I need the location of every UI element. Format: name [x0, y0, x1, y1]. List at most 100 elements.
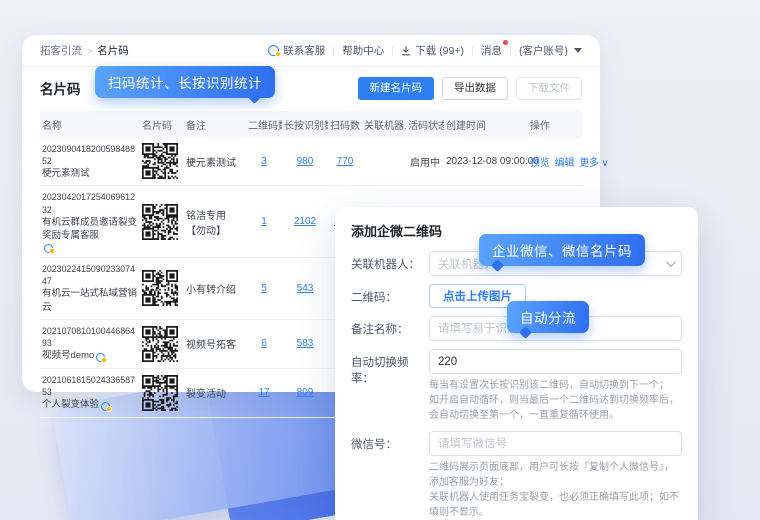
- col-header-qrimage: 名片码: [140, 111, 184, 138]
- help-center-link[interactable]: 帮助中心: [342, 43, 384, 58]
- frequency-help-line-2: 如开启自动循环，则当最后一个二维码达到切换频率后，会自动切换至第一个，一直重复循…: [429, 393, 682, 423]
- status-text: 启用中: [406, 138, 444, 186]
- col-header-qrcount: 二维码数: [246, 111, 282, 138]
- card-note: 小有转介绍: [184, 257, 246, 319]
- contact-service-label: 联系客服: [283, 43, 325, 58]
- card-note: 裂变活动: [184, 368, 246, 417]
- account-menu[interactable]: {客户账号}: [519, 43, 582, 58]
- card-note: 铭洁专用【勿动】: [184, 186, 246, 257]
- wechat-help-line-1: 二维码展示页面底部，用户可长按『复制个人微信号』，添加客服为好友；: [429, 460, 682, 490]
- card-name: 有机云群成员邀请裂变奖励专属客服: [42, 216, 138, 243]
- modal-form: 关联机器人： 关联机器人 二维码： 点击上传图片 备注名称：: [351, 251, 682, 520]
- breadcrumb-parent[interactable]: 拓客引流: [40, 43, 82, 58]
- qr-count-link[interactable]: 6: [261, 338, 267, 349]
- card-name: 个人裂变体验: [42, 398, 99, 411]
- tooltip-auto-split: 自动分流: [507, 301, 589, 333]
- table-header-row: 名称 名片码 备注 二维码数 长按识别数 扫码数 关联机器人 活码状态 创建时间…: [40, 111, 582, 138]
- breadcrumb: 拓客引流 > 名片码: [40, 43, 129, 58]
- longpress-count-link[interactable]: 2102: [294, 216, 316, 227]
- download-icon: [401, 46, 411, 56]
- col-header-note: 备注: [184, 111, 246, 138]
- col-header-created: 创建时间: [444, 111, 528, 138]
- qr-code-image: [142, 375, 182, 411]
- messages-link[interactable]: 消息: [481, 43, 502, 58]
- card-name: 视频号demo: [42, 349, 94, 362]
- card-note: 视频号拓客: [184, 319, 246, 368]
- card-name: 有机云一站式私域营销云: [42, 287, 138, 314]
- col-header-status: 活码状态: [406, 111, 444, 138]
- col-header-actions: 操作: [528, 111, 582, 138]
- qrcode-field-label: 二维码：: [351, 284, 429, 308]
- switch-frequency-input[interactable]: [429, 349, 682, 374]
- chevron-down-icon: [666, 257, 676, 267]
- caret-down-icon: [574, 48, 582, 53]
- qr-code-image: [142, 143, 182, 179]
- qr-count-link[interactable]: 17: [258, 387, 269, 398]
- nav-divider: [510, 46, 511, 56]
- card-id: 202304201725406961232: [42, 191, 138, 216]
- col-header-scans: 扫码数: [328, 111, 362, 138]
- frequency-help-line-1: 每当有设置次长按识别该二维码，自动切换到下一个；: [429, 378, 682, 393]
- window-topbar: 拓客引流 > 名片码 联系客服 帮助中心 下载 (99+): [22, 35, 600, 67]
- note-field-label: 备注名称：: [351, 316, 429, 341]
- qr-code-image: [142, 204, 182, 240]
- wechat-help-line-2: 关联机器人使用任务宝裂变，也必须正确填写此项；如不填则不显示。: [429, 490, 682, 520]
- col-header-longpress: 长按识别数: [282, 111, 328, 138]
- unread-badge-dot: [503, 40, 508, 45]
- brand-swirl-icon: [101, 402, 110, 411]
- nav-divider: [333, 46, 334, 56]
- create-card-button[interactable]: 新建名片码: [358, 77, 435, 100]
- scan-count-link[interactable]: 770: [337, 156, 354, 167]
- card-id: 202106161502433658753: [42, 374, 138, 399]
- breadcrumb-separator-icon: >: [87, 46, 92, 56]
- qr-count-link[interactable]: 5: [261, 283, 267, 294]
- service-chat-icon: [268, 45, 279, 56]
- col-header-name: 名称: [40, 111, 140, 138]
- longpress-count-link[interactable]: 543: [297, 283, 314, 294]
- card-id: 202309041820059848852: [42, 143, 138, 168]
- tooltip-card-types: 企业微信、微信名片码: [479, 234, 645, 266]
- col-header-robot: 关联机器人: [362, 111, 406, 138]
- created-time: 2023-12-08 09:00:00: [444, 138, 528, 186]
- qr-code-image: [142, 326, 182, 362]
- toolbar-buttons: 新建名片码 导出数据 下载文件: [358, 77, 583, 100]
- robot-field-label: 关联机器人：: [351, 251, 429, 276]
- card-name: 梗元素测试: [42, 167, 90, 180]
- row-actions: 预览编辑更多 ∨: [528, 138, 582, 186]
- contact-service-link[interactable]: 联系客服: [268, 43, 325, 58]
- longpress-count-link[interactable]: 980: [297, 156, 314, 167]
- wechat-field-label: 微信号：: [351, 431, 429, 520]
- download-link[interactable]: 下载 (99+): [401, 43, 464, 58]
- row-action-link[interactable]: 预览: [530, 158, 550, 169]
- longpress-count-link[interactable]: 583: [297, 338, 314, 349]
- tooltip-scan-stats: 扫码统计、长按识别统计: [95, 66, 275, 98]
- brand-swirl-icon: [44, 244, 53, 253]
- longpress-count-link[interactable]: 809: [297, 387, 314, 398]
- row-action-link[interactable]: 更多 ∨: [579, 158, 608, 169]
- messages-label: 消息: [481, 43, 502, 58]
- wechat-id-input[interactable]: [429, 431, 682, 456]
- screenshot-stage: 拓客引流 > 名片码 联系客服 帮助中心 下载 (99+): [0, 0, 760, 520]
- qr-count-link[interactable]: 1: [261, 216, 267, 227]
- page-title: 名片码: [40, 78, 81, 98]
- frequency-field-label: 自动切换频率：: [351, 349, 429, 423]
- brand-swirl-icon: [96, 353, 105, 362]
- breadcrumb-current: 名片码: [97, 43, 129, 58]
- qr-count-link[interactable]: 3: [261, 156, 267, 167]
- table-row: 202309041820059848852 梗元素测试 梗元素测试 3 980 …: [40, 138, 582, 186]
- export-data-button[interactable]: 导出数据: [442, 77, 508, 100]
- robot-linked-value: [362, 138, 406, 186]
- topnav-links: 联系客服 帮助中心 下载 (99+) 消息: [268, 43, 582, 58]
- download-label: 下载 (99+): [415, 43, 464, 58]
- help-center-label: 帮助中心: [342, 43, 384, 58]
- nav-divider: [392, 46, 393, 56]
- card-note: 梗元素测试: [184, 138, 246, 186]
- account-label: {客户账号}: [519, 43, 568, 58]
- card-id: 202302241509023307447: [42, 263, 138, 288]
- nav-divider: [472, 46, 473, 56]
- wechat-help-text: 二维码展示页面底部，用户可长按『复制个人微信号』，添加客服为好友； 关联机器人使…: [429, 460, 682, 520]
- row-action-link[interactable]: 编辑: [555, 158, 575, 169]
- qr-code-image: [142, 270, 182, 306]
- card-id: 202107081010044686493: [42, 325, 138, 350]
- frequency-help-text: 每当有设置次长按识别该二维码，自动切换到下一个； 如开启自动循环，则当最后一个二…: [429, 378, 682, 423]
